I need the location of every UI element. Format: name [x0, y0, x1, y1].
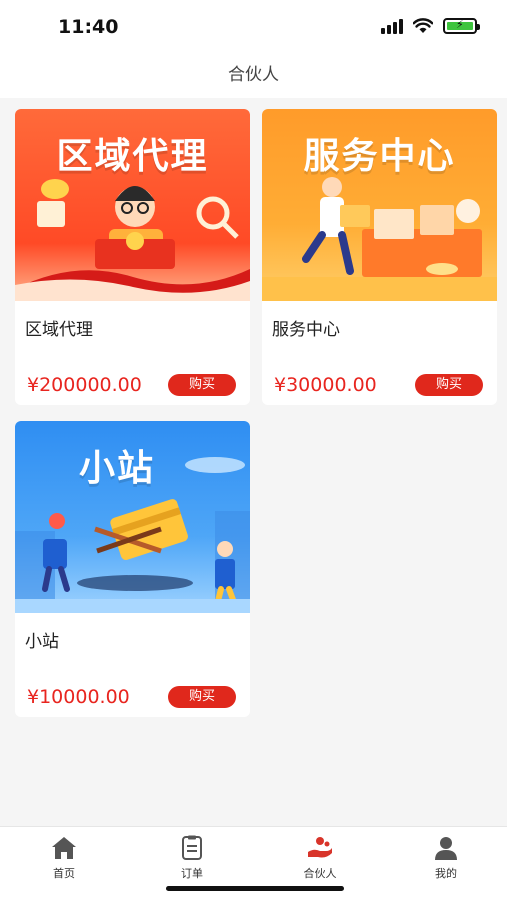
home-icon	[52, 837, 76, 859]
wifi-icon	[413, 18, 433, 33]
tab-mine[interactable]: 我的	[406, 835, 486, 881]
home-indicator	[166, 886, 344, 891]
buy-button[interactable]: 购买	[415, 374, 483, 396]
tab-partner[interactable]: 合伙人	[280, 835, 360, 881]
signal-icon	[381, 18, 403, 34]
product-image-service-center: 服务中心	[262, 109, 497, 301]
tab-label: 订单	[181, 867, 203, 880]
tab-home[interactable]: 首页	[24, 835, 104, 881]
nav-bar: 合伙人	[0, 56, 507, 98]
user-icon	[435, 837, 457, 860]
tab-label: 合伙人	[303, 867, 337, 880]
page-title: 合伙人	[228, 65, 279, 85]
buy-button[interactable]: 购买	[168, 686, 236, 708]
station-illustration	[15, 457, 250, 613]
tab-orders[interactable]: 订单	[152, 835, 232, 881]
partner-icon	[308, 837, 332, 858]
product-name: 服务中心	[272, 320, 340, 340]
order-icon	[182, 835, 202, 860]
product-card-station[interactable]: 小站 小站 ¥10000.00 购买	[15, 421, 250, 717]
product-price: ¥10000.00	[27, 686, 130, 708]
product-card-service-center[interactable]: 服务中心 服务中心 ¥30000.00 购买	[262, 109, 497, 405]
status-icons: ⚡	[381, 18, 480, 34]
battery-icon: ⚡	[443, 18, 480, 34]
tab-label: 我的	[435, 867, 457, 880]
status-time: 11:40	[58, 16, 119, 38]
product-price: ¥30000.00	[274, 374, 377, 396]
product-name: 区域代理	[25, 320, 93, 340]
product-name: 小站	[25, 632, 59, 652]
service-illustration	[262, 177, 497, 301]
product-card-regional-agent[interactable]: 区域代理 区域代理 ¥200000.00 购买	[15, 109, 250, 405]
agent-illustration	[15, 179, 250, 301]
tab-label: 首页	[53, 867, 75, 880]
buy-button[interactable]: 购买	[168, 374, 236, 396]
product-image-station: 小站	[15, 421, 250, 613]
status-bar: 11:40 ⚡	[0, 0, 507, 56]
product-price: ¥200000.00	[27, 374, 142, 396]
product-image-regional-agent: 区域代理	[15, 109, 250, 301]
